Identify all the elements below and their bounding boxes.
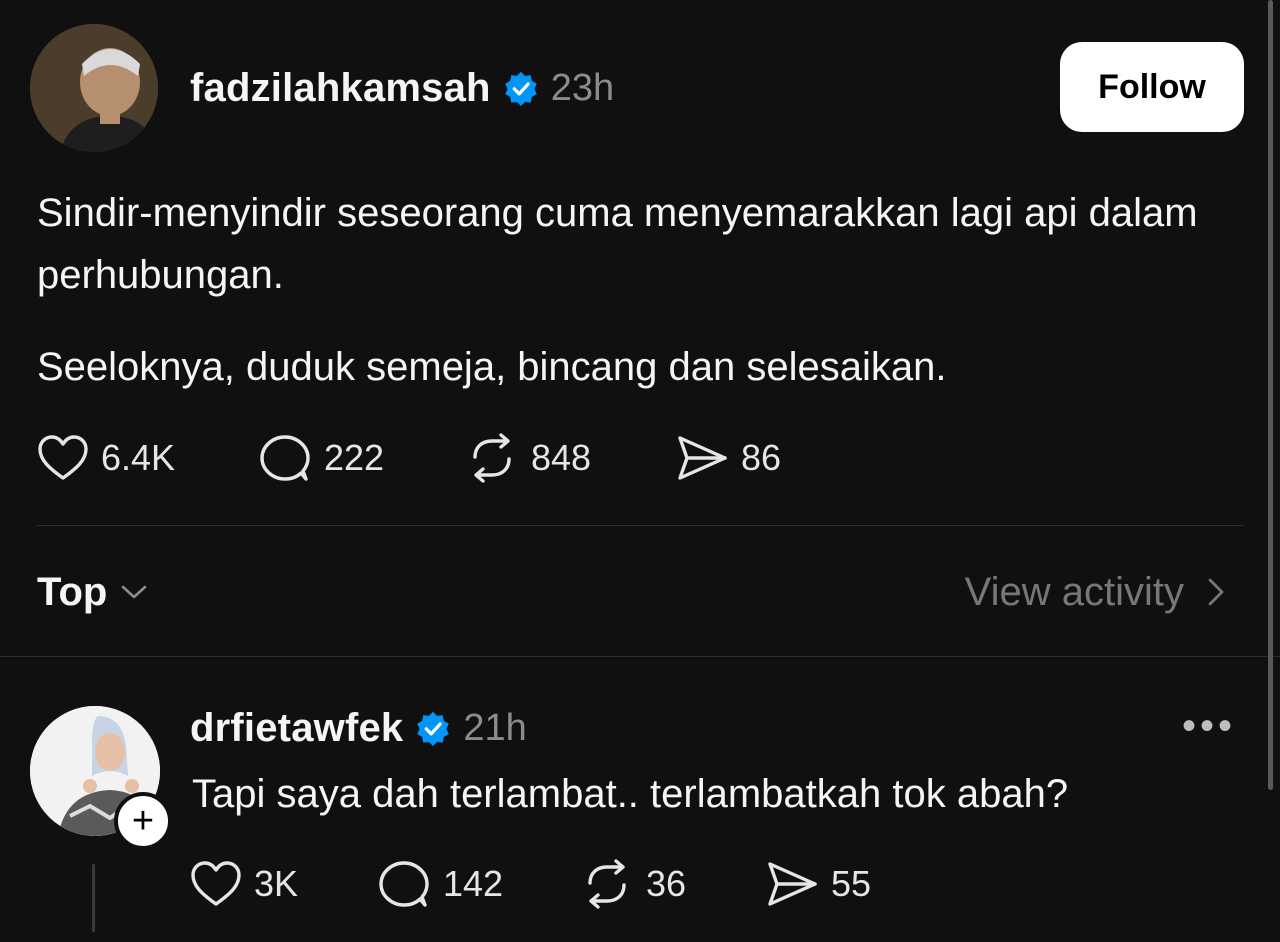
post-paragraph-1: Sindir-menyindir seseorang cuma menyemar… [37,191,1198,297]
send-icon [678,436,727,480]
heart-icon [38,435,88,480]
reply-username[interactable]: drfietawfek [190,706,403,751]
verified-badge-icon [417,711,450,746]
repost-icon [473,433,511,483]
repost-button[interactable]: 848 [465,432,591,484]
post-time: 23h [550,66,615,109]
verified-badge-icon [504,71,537,106]
comment-icon [379,861,429,907]
reply-time: 21h [463,706,527,749]
reply-repost-count: 36 [646,863,687,904]
sort-dropdown[interactable]: Top [37,565,149,619]
author-avatar[interactable] [30,24,158,152]
follow-plus-button[interactable]: + [114,792,172,850]
like-count: 6.4K [101,437,176,478]
reply-share-button[interactable]: 55 [765,858,871,910]
reply-button[interactable]: 222 [258,432,384,484]
share-count: 86 [741,437,782,478]
scrollbar[interactable] [1268,0,1273,790]
more-options-button[interactable]: ••• [1182,704,1236,748]
view-activity-label: View activity [964,569,1184,614]
chevron-right-icon [1208,578,1224,606]
sort-label: Top [37,569,108,614]
reply-repost-button[interactable]: 36 [580,858,686,910]
reply-text: Tapi saya dah terlambat.. terlambatkah t… [192,772,1069,816]
reply-like-button[interactable]: 3K [190,858,298,910]
chevron-down-icon [122,585,147,599]
send-icon [768,862,817,906]
thread-line [92,864,95,932]
reply-reply-button[interactable]: 142 [377,858,503,910]
author-avatar-image [30,24,158,152]
reply-like-count: 3K [254,863,299,904]
share-button[interactable]: 86 [675,432,781,484]
reply-reply-count: 142 [443,863,504,904]
heart-icon [191,861,241,906]
reply-share-count: 55 [831,863,872,904]
post-paragraph-2: Seeloknya, duduk semeja, bincang dan sel… [37,345,947,389]
follow-button[interactable]: Follow [1060,42,1244,132]
repost-count: 848 [531,437,592,478]
repost-icon [588,859,626,909]
view-activity-link[interactable]: View activity [928,565,1228,619]
comment-icon [260,435,310,481]
reply-count: 222 [324,437,385,478]
section-divider [0,656,1280,657]
like-button[interactable]: 6.4K [37,432,175,484]
post-divider [37,525,1244,526]
author-username[interactable]: fadzilahkamsah [190,66,491,111]
